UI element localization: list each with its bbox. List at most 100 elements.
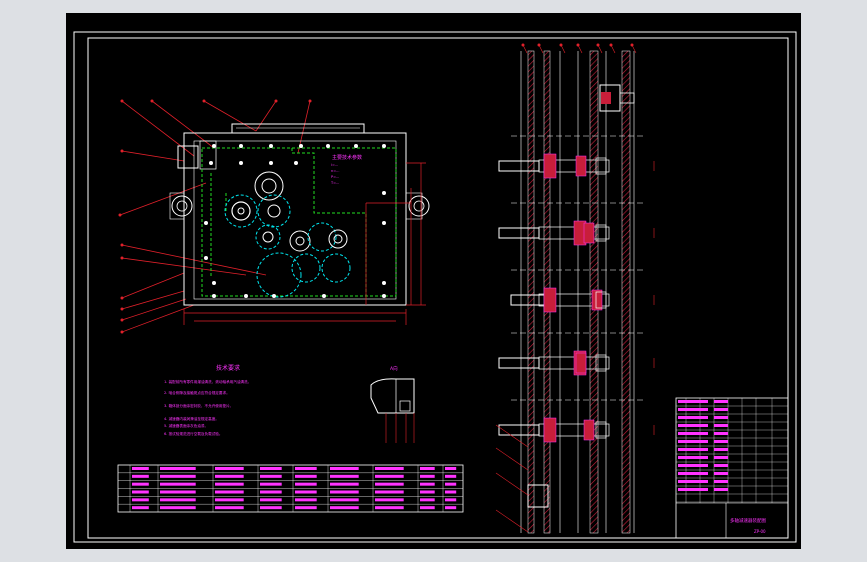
- parts-list-table: [117, 464, 464, 513]
- svg-text:P=...: P=...: [331, 175, 339, 179]
- svg-text:A向: A向: [390, 365, 398, 372]
- parts-table-cell-text: [215, 467, 244, 470]
- tech-req-title: 技术要求: [216, 364, 240, 372]
- title-cell-text: [678, 416, 708, 419]
- parts-table-cell-text: [295, 506, 317, 510]
- top-leader-dot: [596, 43, 600, 47]
- title-cell-text: [678, 472, 708, 475]
- cad-drawing: 主要技术参数 i=... n=... P=... T=... 技术要求 1. 装…: [73, 31, 797, 543]
- parts-table-cell-text: [132, 474, 149, 478]
- side-section-view: [495, 43, 655, 534]
- parts-table-cell-text: [420, 490, 435, 494]
- gear-set: [224, 171, 351, 298]
- gear-section: [591, 289, 603, 311]
- parts-table-cell-text: [330, 482, 359, 486]
- top-leader-dot: [537, 43, 541, 47]
- left-lug: [171, 195, 193, 217]
- svg-text:1. 装配前所有零件用煤油清洗，滚动轴承用汽油清洗。: 1. 装配前所有零件用煤油清洗，滚动轴承用汽油清洗。: [164, 379, 251, 384]
- parts-table-cell-text: [420, 498, 435, 502]
- parts-table-cell-text: [375, 506, 404, 510]
- parts-table-cell-text: [132, 498, 149, 502]
- parts-table-cell-text: [445, 482, 457, 486]
- gear-section: [543, 417, 557, 443]
- title-cell-text: [714, 472, 728, 475]
- parts-table-cell-text: [375, 474, 404, 478]
- tech-requirements-block: 技术要求 1. 装配前所有零件用煤油清洗，滚动轴承用汽油清洗。 2. 啮合侧隙及…: [164, 364, 251, 436]
- gear-section: [543, 153, 557, 179]
- title-cell-text: [678, 440, 708, 443]
- parts-table-cell-text: [330, 474, 359, 478]
- parts-table-cell-text: [330, 498, 359, 502]
- parts-table-cell-text: [160, 490, 196, 494]
- parts-table-cell-text: [445, 474, 457, 478]
- top-leader-dot: [609, 43, 613, 47]
- parts-table-cell-text: [132, 467, 149, 470]
- parts-table-cell-text: [132, 490, 149, 494]
- drawing-viewport[interactable]: 主要技术参数 i=... n=... P=... T=... 技术要求 1. 装…: [66, 13, 801, 549]
- svg-text:i=...: i=...: [331, 163, 338, 167]
- title-cell-text: [678, 408, 708, 411]
- svg-text:4. 减速器内装润滑油至规定高度。: 4. 减速器内装润滑油至规定高度。: [164, 416, 219, 421]
- parts-table-cell-text: [295, 474, 317, 478]
- title-cell-text: [714, 440, 728, 443]
- title-cell-text: [678, 424, 708, 427]
- hidden-lines: [201, 147, 397, 297]
- title-cell-text: [714, 448, 728, 451]
- title-cell-text: [678, 480, 708, 483]
- parts-table-cell-text: [420, 467, 435, 470]
- parts-table-cell-text: [160, 474, 196, 478]
- leader-dots: [118, 99, 312, 334]
- title-cell-text: [714, 408, 728, 411]
- parts-table-cell-text: [160, 467, 196, 470]
- top-leader-dot: [576, 43, 580, 47]
- parts-table-cell-text: [160, 506, 196, 510]
- parts-table-cell-text: [215, 498, 244, 502]
- title-cell-text: [678, 488, 708, 491]
- parts-table-cell-text: [445, 498, 457, 502]
- parts-table-cell-text: [375, 467, 404, 470]
- parts-table-cell-text: [295, 482, 317, 486]
- parts-table-cell-text: [215, 482, 244, 486]
- inner-frame: [87, 37, 789, 539]
- parts-table-cell-text: [445, 506, 457, 510]
- gear-section: [583, 419, 595, 441]
- parts-table-cell-text: [260, 482, 282, 486]
- parts-table-cell-text: [215, 474, 244, 478]
- parts-table-cell-text: [375, 482, 404, 486]
- title-cell-text: [678, 448, 708, 451]
- parts-table-cell-text: [375, 498, 404, 502]
- svg-text:n=...: n=...: [331, 169, 340, 173]
- bottom-leader: [495, 447, 529, 471]
- drawing-name: 多轴减速器装配图: [730, 517, 766, 524]
- bottom-leader: [495, 509, 529, 533]
- housing-outline: [183, 132, 407, 306]
- parts-table-cell-text: [445, 490, 457, 494]
- parts-table-cell-text: [260, 467, 282, 470]
- parts-table-cell-text: [375, 490, 404, 494]
- drawing-number: ZP-00: [754, 529, 766, 534]
- gear-section: [575, 155, 587, 177]
- end-cap-section: [601, 92, 611, 104]
- top-leader-dot: [630, 43, 634, 47]
- parts-table-cell-text: [260, 474, 282, 478]
- parts-table-cell-text: [132, 482, 149, 486]
- title-cell-text: [714, 456, 728, 459]
- parts-table-cell-text: [160, 498, 196, 502]
- title-cell-text: [678, 464, 708, 467]
- tech-req-items: 1. 装配前所有零件用煤油清洗，滚动轴承用汽油清洗。 2. 啮合侧隙及接触斑点应…: [164, 379, 251, 436]
- title-cell-text: [678, 456, 708, 459]
- title-cell-text: [714, 424, 728, 427]
- parts-table-cell-text: [260, 498, 282, 502]
- svg-text:3. 箱体剖分面涂密封胶，不允许使用垫片。: 3. 箱体剖分面涂密封胶，不允许使用垫片。: [164, 403, 233, 408]
- parts-table-cell-text: [330, 506, 359, 510]
- parts-table-cell-text: [260, 490, 282, 494]
- parts-table-cell-text: [295, 490, 317, 494]
- parts-table-cell-text: [420, 474, 435, 478]
- title-cell-text: [714, 432, 728, 435]
- parts-table-cell-text: [215, 506, 244, 510]
- gear-section: [543, 287, 557, 313]
- svg-text:5. 减速器表面涂灰色油漆。: 5. 减速器表面涂灰色油漆。: [164, 423, 208, 428]
- parts-table-cell-text: [295, 467, 317, 470]
- title-cell-text: [714, 464, 728, 467]
- svg-text:2. 啮合侧隙及接触斑点应符合规定要求。: 2. 啮合侧隙及接触斑点应符合规定要求。: [164, 390, 230, 395]
